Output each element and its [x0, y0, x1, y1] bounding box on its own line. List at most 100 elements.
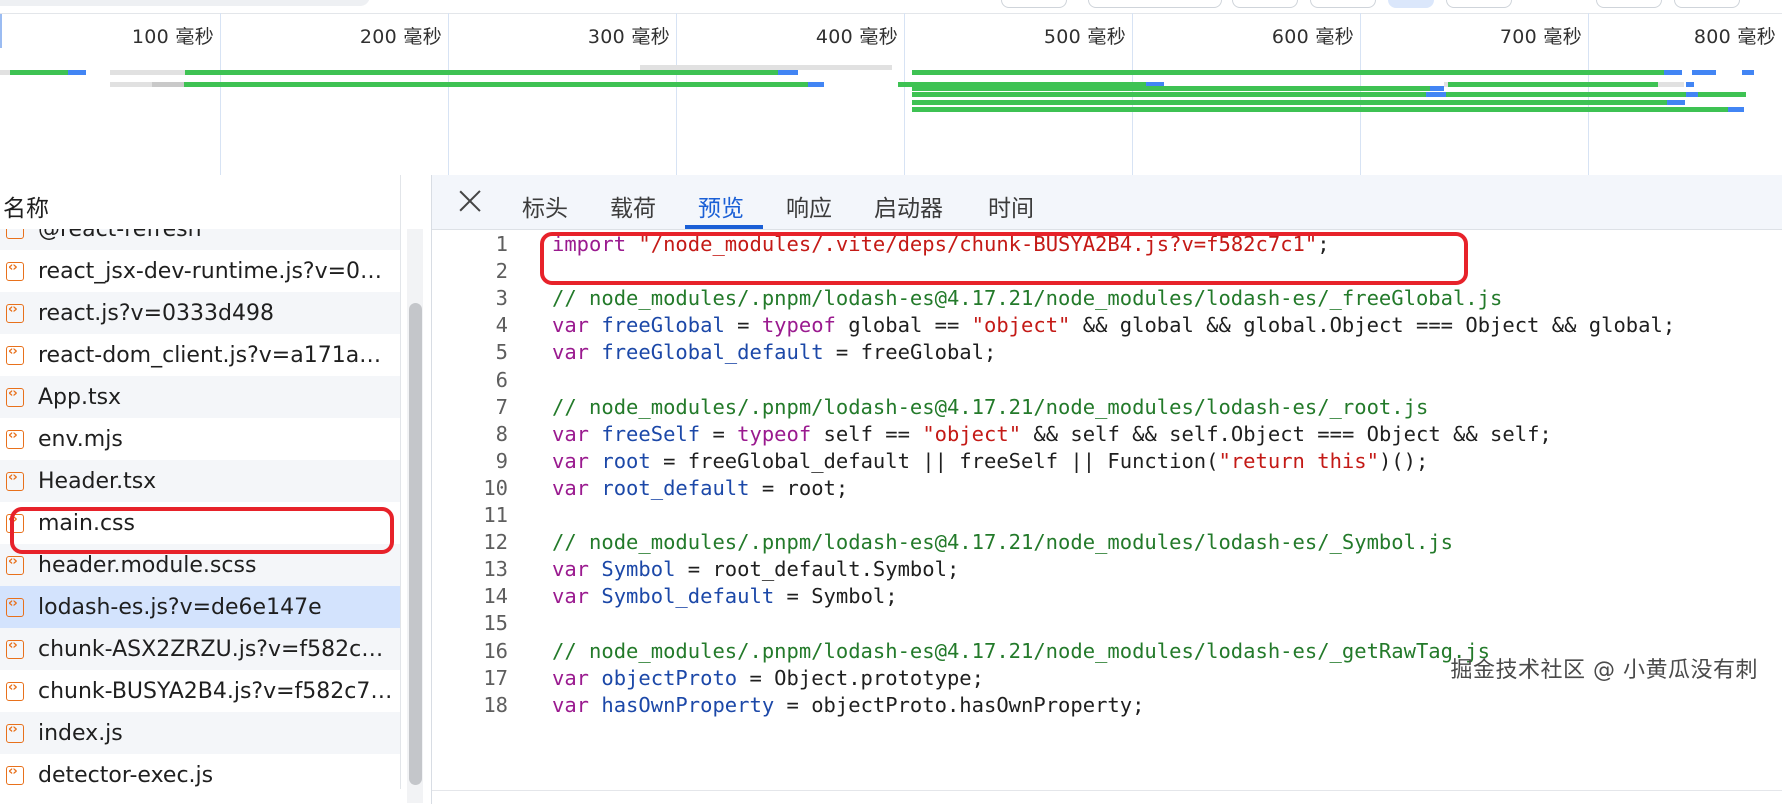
network-timeline-overview[interactable]: 100 毫秒 200 毫秒 300 毫秒 400 毫秒 500 毫秒 600 毫秒 700 … — [0, 0, 1782, 176]
active-tab-indicator — [685, 225, 763, 229]
request-row[interactable]: header.module.scss — [0, 544, 400, 586]
detail-tab-bar: 标头 载荷 预览 响应 启动器 时间 — [432, 175, 1782, 230]
line-number: 13 — [483, 557, 508, 582]
request-name: Header.tsx — [38, 468, 157, 494]
timeline-request-bar — [912, 86, 1430, 91]
line-number: 2 — [495, 259, 508, 284]
timeline-request-bar — [1667, 100, 1685, 105]
request-name: header.module.scss — [38, 552, 257, 578]
request-list-scrollbar-thumb[interactable] — [409, 303, 422, 785]
timeline-request-bar — [152, 82, 184, 87]
code-text: var freeGlobal_default = freeGlobal; — [552, 340, 997, 365]
timeline-request-bar — [912, 107, 1728, 112]
request-row[interactable]: react_jsx-dev-runtime.js?v=0333d498 — [0, 250, 400, 292]
script-file-icon — [6, 764, 24, 785]
line-number: 17 — [483, 665, 508, 690]
timeline-request-bar — [0, 70, 10, 75]
line-number: 1 — [495, 232, 508, 256]
timeline-request-bar — [1664, 70, 1682, 75]
request-row[interactable]: main.css — [0, 502, 400, 544]
script-file-icon — [6, 722, 24, 743]
script-file-icon — [6, 229, 24, 239]
toolbar-button[interactable] — [1446, 0, 1512, 8]
tab-payload[interactable]: 载荷 — [610, 189, 656, 223]
timeline-request-bar — [1742, 70, 1754, 75]
script-file-icon — [6, 344, 24, 365]
name-column-header[interactable]: 名称 — [0, 175, 401, 230]
toolbar-button[interactable] — [1001, 0, 1067, 8]
code-text: var root_default = root; — [552, 475, 849, 500]
code-text: var freeGlobal = typeof global == "objec… — [552, 313, 1676, 338]
request-row[interactable]: chunk-ASX2ZRZU.js?v=f582c7c1 — [0, 628, 400, 670]
code-text: var Symbol_default = Symbol; — [552, 584, 898, 609]
request-row[interactable]: detector-exec.js — [0, 754, 400, 789]
line-number: 6 — [495, 367, 508, 392]
script-file-icon — [6, 554, 24, 575]
request-row[interactable]: react-dom_client.js?v=a171a0b2 — [0, 334, 400, 376]
code-text: // node_modules/.pnpm/lodash-es@4.17.21/… — [552, 394, 1429, 419]
tab-initiator[interactable]: 启动器 — [874, 189, 943, 223]
script-file-icon — [6, 680, 24, 701]
timeline-request-bar — [1448, 82, 1658, 87]
timeline-request-bar — [1686, 92, 1698, 97]
timeline-request-bar — [185, 70, 778, 75]
code-text: var objectProto = Object.prototype; — [552, 665, 984, 690]
timeline-tick-label: 800 毫秒 — [1693, 26, 1776, 48]
script-file-icon — [6, 428, 24, 449]
request-name: react.js?v=0333d498 — [38, 300, 274, 326]
timeline-request-bar — [778, 70, 798, 75]
timeline-tick-label: 400 毫秒 — [815, 26, 898, 48]
code-preview[interactable]: 1 import "/node_modules/.vite/deps/chunk-… — [432, 230, 1782, 790]
toolbar-button[interactable] — [1232, 0, 1298, 8]
tab-timing[interactable]: 时间 — [988, 189, 1034, 223]
request-list-panel: 名称 @react-refresh react_jsx-dev-runtime.j… — [0, 175, 432, 804]
line-number: 11 — [483, 503, 508, 527]
request-row[interactable]: Header.tsx — [0, 460, 400, 502]
line-number: 18 — [483, 692, 508, 717]
toolbar-button[interactable] — [1310, 0, 1376, 8]
timeline-request-bar — [110, 70, 185, 75]
script-file-icon — [6, 386, 24, 407]
line-number: 9 — [495, 448, 508, 473]
request-name: react_jsx-dev-runtime.js?v=0333d498 — [38, 258, 394, 284]
close-icon[interactable] — [456, 187, 484, 215]
timeline-request-bar — [912, 92, 1426, 97]
timeline-grid-line — [904, 13, 905, 175]
request-row[interactable]: @react-refresh — [0, 229, 400, 250]
toolbar-button[interactable] — [1596, 0, 1662, 8]
request-row[interactable]: env.mjs — [0, 418, 400, 460]
timeline-request-bar — [912, 70, 1664, 75]
timeline-request-bar — [1446, 92, 1686, 97]
toolbar-button[interactable] — [1088, 0, 1222, 8]
timeline-request-bar — [110, 82, 152, 87]
script-file-icon — [6, 470, 24, 491]
line-number: 5 — [495, 340, 508, 365]
code-text: // node_modules/.pnpm/lodash-es@4.17.21/… — [552, 530, 1453, 555]
timeline-top-rule — [0, 13, 1782, 14]
code-text: var freeSelf = typeof self == "object" &… — [552, 421, 1552, 446]
timeline-request-bar — [184, 82, 808, 87]
request-row[interactable]: react.js?v=0333d498 — [0, 292, 400, 334]
tab-preview[interactable]: 预览 — [698, 189, 744, 223]
script-file-icon — [6, 596, 24, 617]
tab-response[interactable]: 响应 — [786, 189, 832, 223]
request-name: @react-refresh — [38, 229, 202, 242]
timeline-request-bar — [68, 70, 86, 75]
toolbar-button-selected[interactable] — [1388, 0, 1434, 8]
request-row[interactable]: lodash-es.js?v=de6e147e — [0, 586, 400, 628]
request-row[interactable]: chunk-BUSYA2B4.js?v=f582c7c1 — [0, 670, 400, 712]
request-row[interactable]: App.tsx — [0, 376, 400, 418]
timeline-tick-label: 100 毫秒 — [131, 26, 214, 48]
timeline-grid-line — [676, 13, 677, 175]
timeline-request-bar — [1430, 86, 1444, 91]
timeline-request-bar — [10, 70, 68, 75]
timeline-request-bar — [1686, 82, 1694, 87]
request-row[interactable]: index.js — [0, 712, 400, 754]
request-name: index.js — [38, 720, 123, 746]
toolbar-button[interactable] — [1674, 0, 1740, 8]
toolbar-filter-area[interactable] — [0, 0, 370, 6]
timeline-tick-label: 500 毫秒 — [1043, 26, 1126, 48]
tab-headers[interactable]: 标头 — [522, 189, 568, 223]
request-name: react-dom_client.js?v=a171a0b2 — [38, 342, 394, 368]
timeline-tick-label: 200 毫秒 — [359, 26, 442, 48]
